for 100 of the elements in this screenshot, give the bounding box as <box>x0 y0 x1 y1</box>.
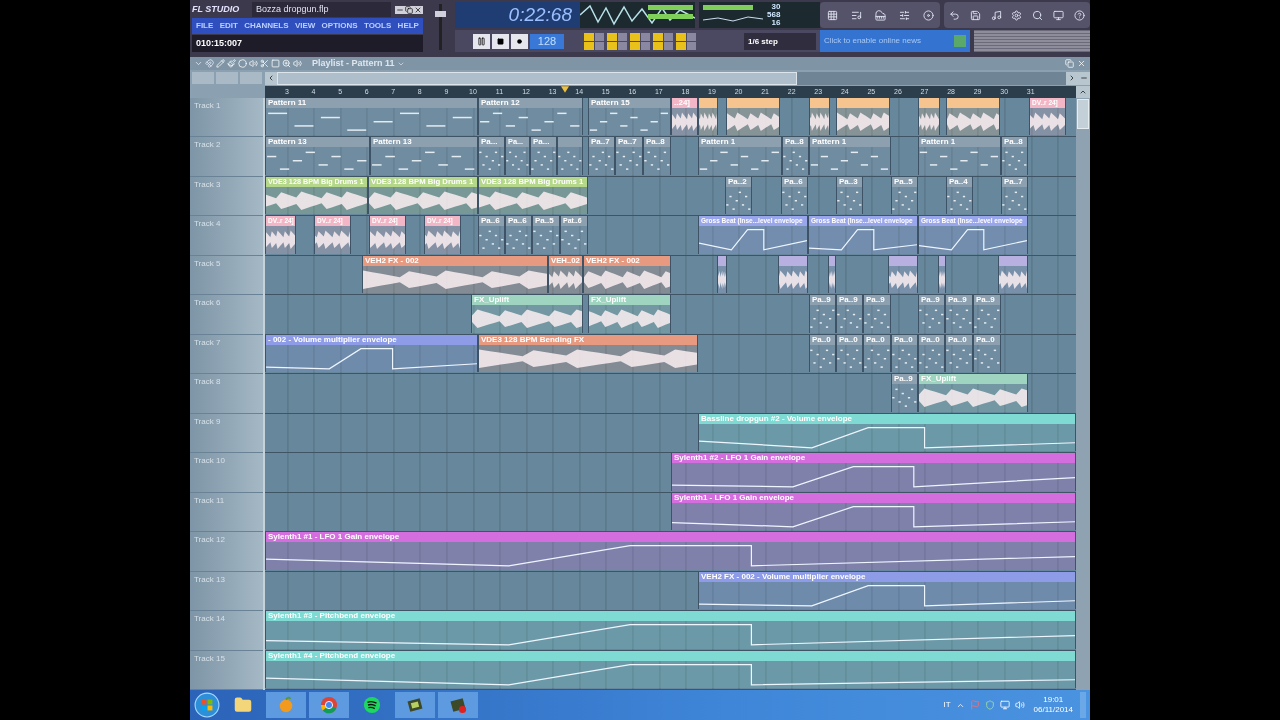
playlist-clip[interactable] <box>888 255 918 294</box>
playlist-clip[interactable]: Pattern 15 <box>588 98 671 136</box>
track-lane[interactable]: Pa..9 FX_Uplift <box>265 374 1076 414</box>
playlist-clip[interactable]: Pa..0 <box>863 334 891 373</box>
menu-item[interactable]: CHANNELS <box>244 20 289 32</box>
playlist-clip[interactable]: Pa..5 <box>532 216 560 254</box>
playlist-clip[interactable]: Pattern 13 <box>370 137 478 175</box>
playlist-clip[interactable]: Bassline dropgun #2 - Volume envelope <box>698 413 1076 452</box>
track-header[interactable]: Track 11 <box>190 492 263 533</box>
track-header[interactable]: Track 7 <box>190 334 263 375</box>
news-bar[interactable]: Click to enable online news <box>820 30 970 52</box>
paint-tool-icon[interactable] <box>227 59 236 68</box>
playlist-clip[interactable]: Pattern 1 <box>809 137 891 175</box>
playlist-clip[interactable]: - 002 - Volume multiplier envelope <box>265 334 478 373</box>
track-header[interactable]: Track 5 <box>190 255 263 296</box>
search-icon[interactable] <box>1032 9 1044 21</box>
track-lane[interactable]: - 002 - Volume multiplier envelope VDE3 128 BPM Bending FX Pa..0 Pa..0 Pa..0 Pa..0 Pa..0 Pa..0 Pa..0 <box>265 334 1076 375</box>
playlist-clip[interactable] <box>918 98 940 136</box>
playlist-clip[interactable]: Pa..8 <box>782 137 809 175</box>
snap-selector[interactable]: 1/6 step <box>744 32 816 50</box>
playlist-clip[interactable]: Sylenth1 #4 - Pitchbend envelope <box>265 650 1076 689</box>
playlist-clip[interactable]: Pa..0 <box>973 334 1001 373</box>
playlist-clip[interactable] <box>726 98 780 136</box>
playlist-clip[interactable]: Pa..9 <box>918 295 945 333</box>
taskbar-clock[interactable]: 19:01 06/11/2014 <box>1033 695 1073 715</box>
playlist-clip[interactable] <box>946 98 1000 136</box>
menu-item[interactable]: FILE <box>196 20 214 32</box>
piano-roll-icon[interactable] <box>874 9 886 21</box>
playlist-clip[interactable]: Pattern 11 <box>265 98 478 136</box>
playlist-clip[interactable]: Pa..8 <box>643 137 671 175</box>
start-button-icon[interactable] <box>194 692 220 718</box>
record-button[interactable] <box>511 33 528 49</box>
playlist-clip[interactable]: Pa... <box>530 137 557 175</box>
playlist-clip[interactable]: Pa..8 <box>1001 137 1028 175</box>
menu-item[interactable]: OPTIONS <box>321 20 358 32</box>
track-lane[interactable]: Sylenth1 - LFO 1 Gain envelope <box>265 492 1076 533</box>
mixer-icon[interactable] <box>898 9 910 21</box>
track-header[interactable]: Track 8 <box>190 374 263 414</box>
playlist-clip[interactable]: FX_Uplift <box>588 295 671 333</box>
playlist-clip[interactable] <box>698 98 718 136</box>
playlist-clip[interactable]: Pattern 1 <box>918 137 1001 175</box>
playlist-clip[interactable]: Pa..2 <box>725 176 752 215</box>
playlist-clip[interactable]: Pa..3 <box>836 176 863 215</box>
playlist-clip[interactable]: Pa..6 <box>505 216 532 254</box>
playlist-clip[interactable]: ..24] <box>671 98 698 136</box>
playlist-clip[interactable]: Pa..4 <box>946 176 973 215</box>
playlist-clip[interactable]: Pa..0 <box>891 334 918 373</box>
track-header[interactable]: Track 1 <box>190 98 263 138</box>
playlist-clip[interactable]: Pa..0 <box>918 334 945 373</box>
playlist-clip[interactable]: Pa..7 <box>1001 176 1028 215</box>
menu-item[interactable]: VIEW <box>294 20 316 32</box>
stop-button[interactable] <box>492 33 509 49</box>
monitor-icon[interactable] <box>1053 9 1065 21</box>
horizontal-scrollbar[interactable] <box>277 71 1066 85</box>
playlist-clip[interactable] <box>836 98 890 136</box>
playlist-clip[interactable]: Pa..9 <box>973 295 1001 333</box>
taskbar-app[interactable] <box>395 692 435 718</box>
channel-rack-icon[interactable] <box>850 9 862 21</box>
playlist-clip[interactable]: Sylenth1 #1 - LFO 1 Gain envelope <box>265 532 1076 570</box>
settings-icon[interactable] <box>1011 9 1023 21</box>
snap-toggle-icon[interactable] <box>607 32 627 50</box>
playlist-clip[interactable]: Pa..6 <box>781 176 808 215</box>
track-header[interactable]: Track 9 <box>190 413 263 454</box>
scroll-left-button[interactable] <box>265 71 277 85</box>
playlist-clip[interactable]: Pa..9 <box>809 295 836 333</box>
playlist-icon[interactable] <box>826 9 838 21</box>
track-header[interactable]: Track 6 <box>190 295 263 335</box>
playlist-clip[interactable] <box>778 255 808 294</box>
scroll-up-button[interactable] <box>1076 86 1090 98</box>
zoom-tool-icon[interactable] <box>282 59 291 68</box>
track-header[interactable]: Track 12 <box>190 532 263 572</box>
snap-toggle-icon[interactable] <box>584 32 604 50</box>
master-volume-slider[interactable] <box>434 11 446 18</box>
playlist-clip[interactable]: Pa..0 <box>809 334 836 373</box>
help-icon[interactable] <box>1074 9 1085 21</box>
close-icon[interactable] <box>414 5 422 14</box>
tempo-display[interactable]: 128 <box>530 33 564 49</box>
slice-tool-icon[interactable] <box>260 59 269 68</box>
playlist-clip[interactable]: VEH2 FX - 002 - Volume multiplier envelope <box>698 571 1076 610</box>
undo-icon[interactable] <box>948 9 960 21</box>
pause-button[interactable] <box>473 33 490 49</box>
playlist-clip[interactable]: Pattern 1 <box>698 137 782 175</box>
menu-item[interactable]: HELP <box>397 20 419 32</box>
playlist-clip[interactable]: FX_Uplift <box>918 374 1028 412</box>
volume-icon[interactable] <box>1014 700 1025 710</box>
playlist-clip[interactable] <box>938 255 946 294</box>
playlist-clip[interactable]: Pattern 13 <box>265 137 370 175</box>
playlist-clip[interactable]: Pa..9 <box>945 295 973 333</box>
playlist-clip[interactable]: Pa... <box>478 137 505 175</box>
track-lane[interactable]: VEH2 FX - 002 - Volume multiplier envelope <box>265 571 1076 612</box>
track-header[interactable]: Track 10 <box>190 453 263 493</box>
save-icon[interactable] <box>969 9 981 21</box>
playlist-clip[interactable]: Pa..7 <box>588 137 615 175</box>
playlist-clip[interactable]: Sylenth1 #3 - Pitchbend envelope <box>265 611 1076 649</box>
playlist-clip[interactable]: Sylenth1 #2 - LFO 1 Gain envelope <box>671 453 1076 491</box>
playlist-clip[interactable] <box>828 255 836 294</box>
menu-item[interactable]: TOOLS <box>363 20 392 32</box>
playlist-clip[interactable]: Pa..6 <box>478 216 505 254</box>
playlist-clip[interactable] <box>998 255 1028 294</box>
network-icon[interactable] <box>999 700 1010 710</box>
